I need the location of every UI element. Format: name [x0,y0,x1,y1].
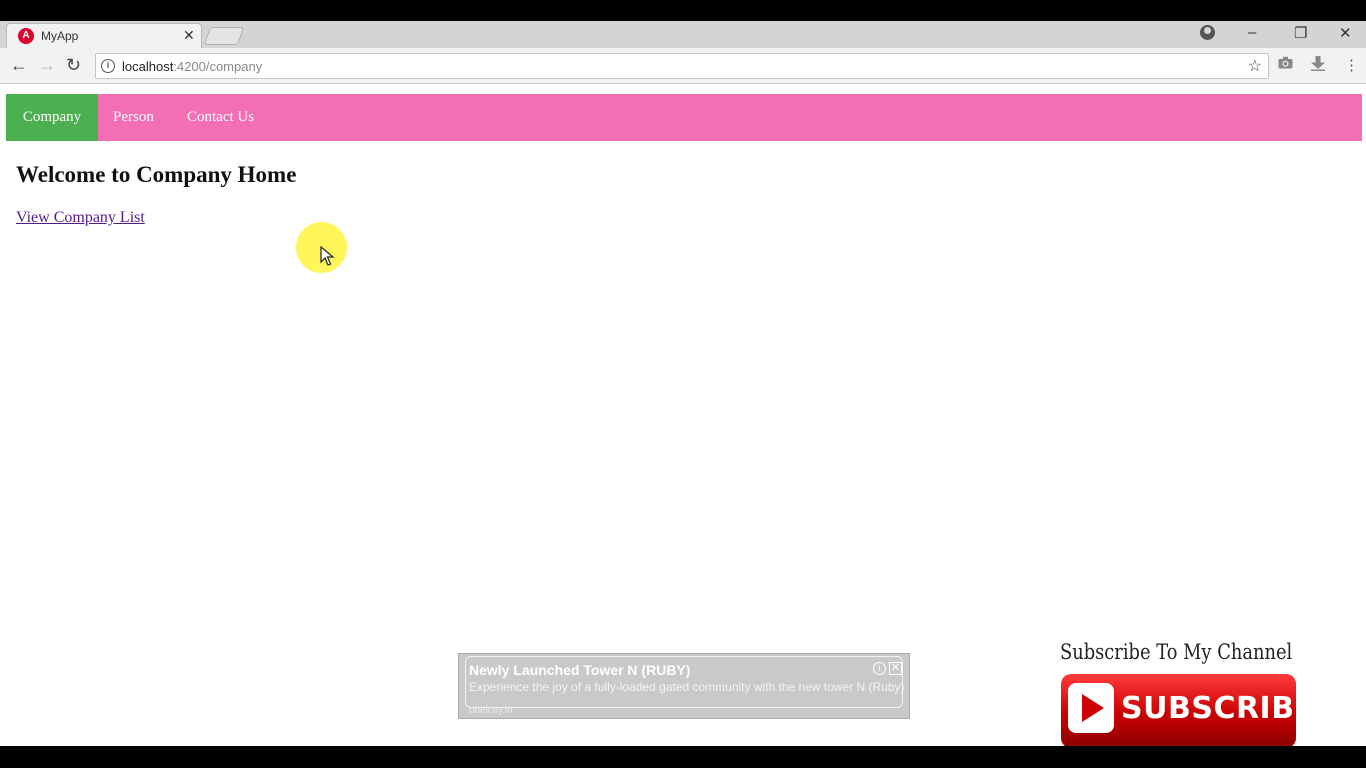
arrow-right-icon[interactable]: → [38,55,56,75]
download-icon[interactable] [1311,56,1325,75]
arrow-left-icon[interactable]: ← [10,55,28,75]
subscribe-caption: Subscribe To My Channel [1060,640,1293,664]
tab-close-icon[interactable]: ✕ [183,27,195,44]
subscribe-label: SUBSCRIBE [1121,691,1296,726]
camera-icon[interactable] [1278,56,1293,73]
tab-strip: A MyApp ✕ – ❐ ✕ [0,21,1366,48]
video-bottom-letterbox [0,746,1366,768]
url-path: :4200/company [173,59,263,74]
tab-title: MyApp [41,29,79,43]
play-icon [1068,683,1114,733]
app-page: Company Person Contact Us Welcome to Com… [0,84,1366,746]
info-icon[interactable]: i [101,59,115,73]
top-navbar: Company Person Contact Us [6,94,1362,141]
nav-item-company[interactable]: Company [6,94,98,141]
window-close-button[interactable]: ✕ [1339,24,1352,42]
subscribe-button[interactable]: SUBSCRIBE [1061,674,1296,746]
ad-banner[interactable]: Newly Launched Tower N (RUBY) Experience… [458,653,910,719]
profile-icon[interactable] [1200,25,1215,40]
mouse-pointer-icon [320,246,335,266]
browser-toolbar: ← → ↻ i localhost:4200/company ☆ ⋮ [0,48,1366,84]
url-text[interactable]: localhost:4200/company [122,59,262,74]
ad-source: pbelcity.in [469,705,513,716]
tab-myapp[interactable]: A MyApp ✕ [6,23,202,48]
angular-favicon-icon: A [18,28,34,44]
star-icon[interactable]: ☆ [1248,56,1262,76]
minimize-button[interactable]: – [1248,24,1256,41]
ad-info-icon[interactable]: i [873,662,886,675]
new-tab-button[interactable] [203,27,245,45]
nav-item-person[interactable]: Person [98,94,169,141]
ad-title[interactable]: Newly Launched Tower N (RUBY) [469,662,690,678]
browser-window: A MyApp ✕ – ❐ ✕ ← → ↻ i localhost:4200/c… [0,21,1366,746]
nav-item-contact-us[interactable]: Contact Us [172,94,269,141]
view-company-list-link[interactable]: View Company List [16,209,145,227]
url-host: localhost [122,59,174,74]
ad-close-icon[interactable]: ✕ [889,662,902,675]
video-top-letterbox [0,0,1366,21]
ad-description: Experience the joy of a fully-loaded gat… [469,680,905,694]
page-title: Welcome to Company Home [16,162,297,187]
reload-icon[interactable]: ↻ [66,55,81,75]
address-bar[interactable]: i localhost:4200/company ☆ [95,53,1269,79]
restore-button[interactable]: ❐ [1294,24,1307,42]
kebab-menu-icon[interactable]: ⋮ [1344,56,1359,74]
